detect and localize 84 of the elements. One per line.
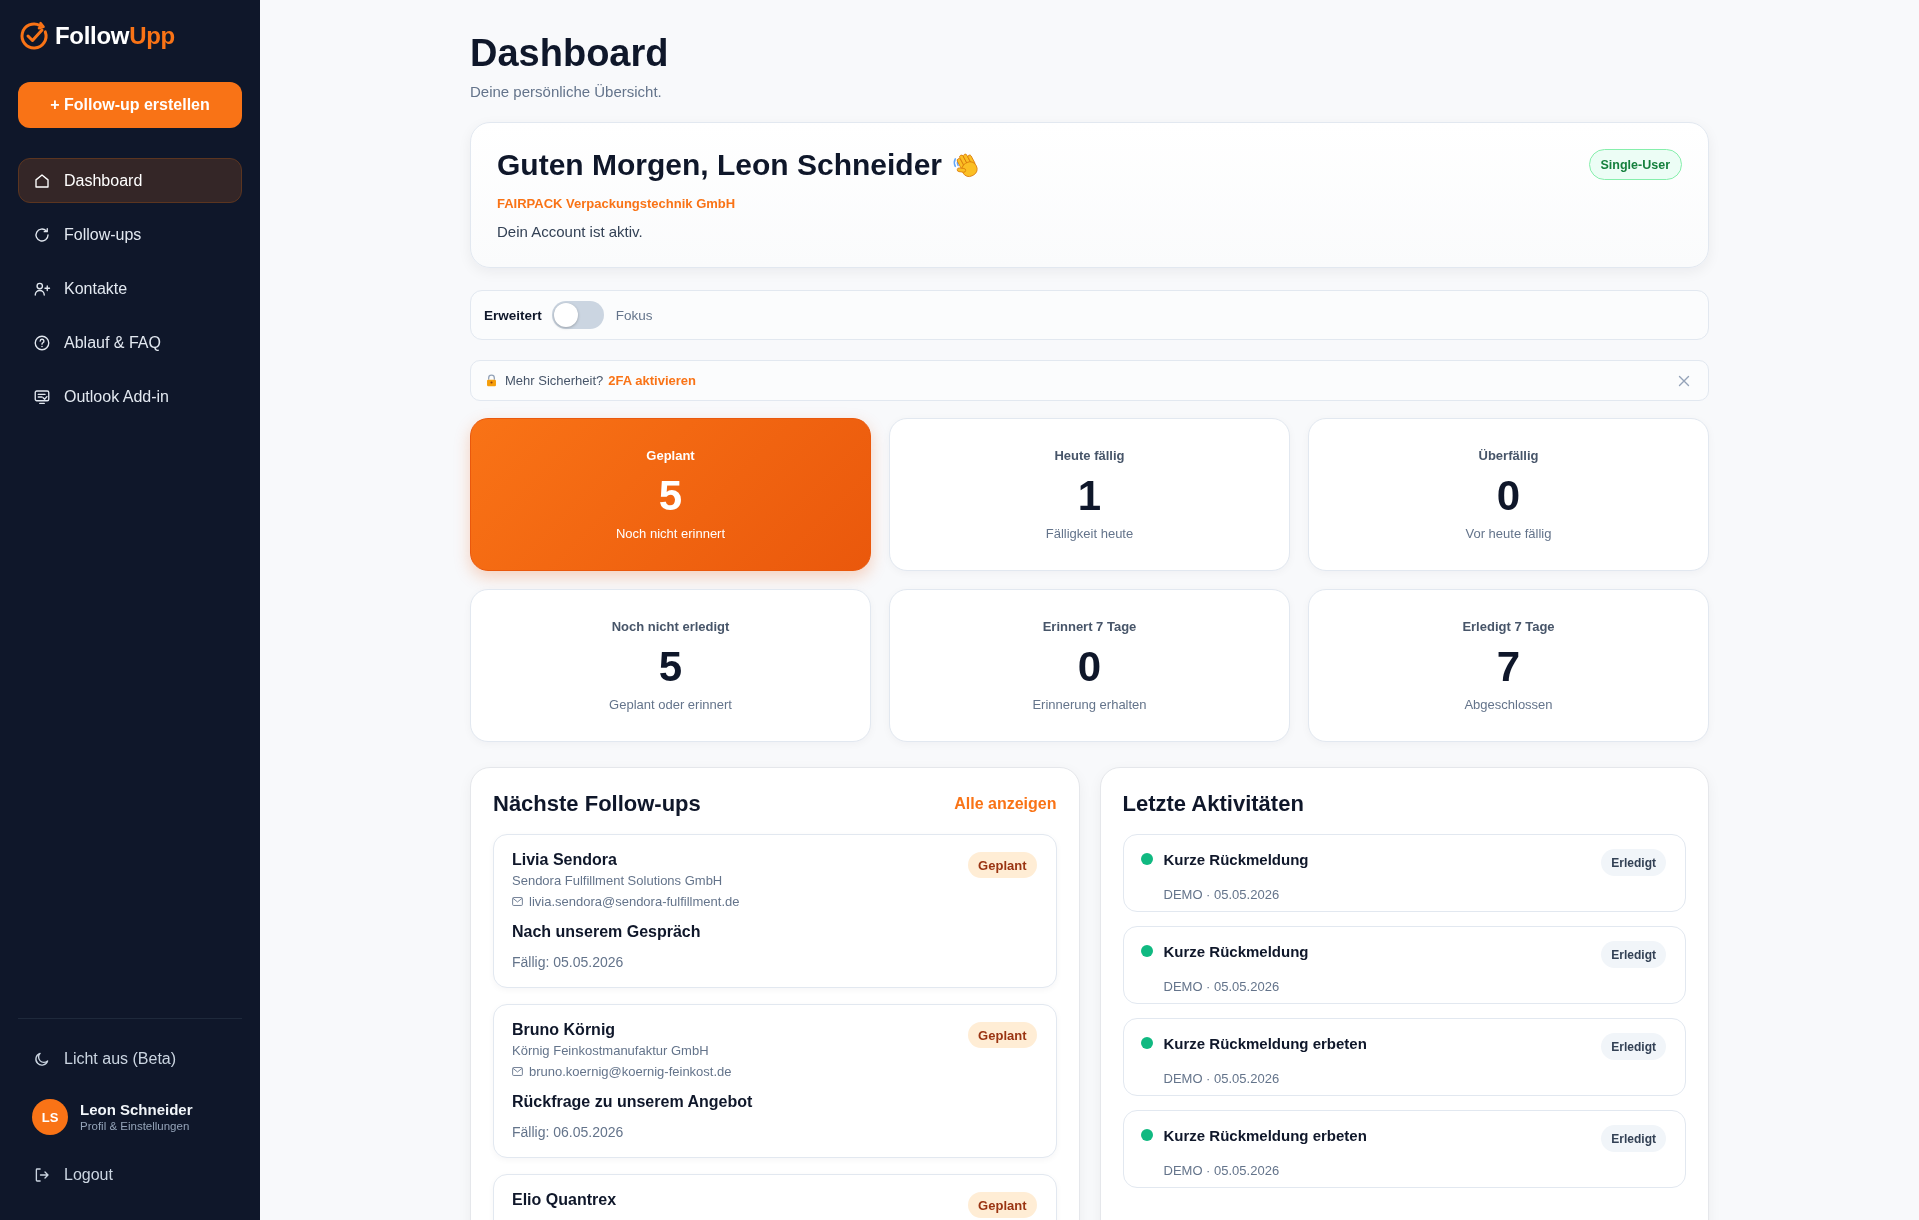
panel-title: Nächste Follow-ups	[493, 791, 701, 817]
activity-title: Kurze Rückmeldung	[1163, 850, 1310, 868]
monitor-icon	[33, 387, 51, 406]
due-date: Fällig: 05.05.2026	[512, 953, 625, 971]
security-notice-text: Mehr Sicherheit?	[505, 373, 604, 388]
activity-meta: DEMO · 05.05.2026	[1163, 1162, 1281, 1180]
nav-item[interactable]: Ablauf & FAQ	[18, 320, 242, 365]
company-name: FAIRPACK Verpackungstechnik GmbH	[497, 195, 737, 213]
logout-button[interactable]: Logout	[18, 1153, 242, 1197]
contact-name: Elio Quantrex	[512, 1190, 617, 1210]
app-logo-text: FollowUpp	[55, 22, 175, 50]
contact-email: bruno.koernig@koernig-feinkost.de	[529, 1063, 732, 1079]
nav-item[interactable]: Follow-ups	[18, 212, 242, 257]
followup-card[interactable]: Livia Sendora Sendora Fulfillment Solutions GmbH livia.sendora@sendora-fulfillment.de Nach unserem Gespräch Fällig: 05.05.2026 Geplant	[493, 834, 1057, 988]
status-badge: Erledigt	[1601, 849, 1666, 876]
stat-caption: Vor heute fällig	[1465, 524, 1552, 543]
help-icon	[33, 333, 51, 352]
user-name[interactable]: Leon Schneider	[80, 1100, 193, 1119]
followup-card[interactable]: Elio Quantrex Geplant	[493, 1174, 1057, 1220]
refresh-icon	[33, 225, 51, 244]
followup-subject: Nach unserem Gespräch	[512, 922, 702, 942]
activity-meta: DEMO · 05.05.2026	[1163, 886, 1281, 904]
mail-icon	[512, 1066, 523, 1076]
stat-value: 7	[1496, 644, 1521, 689]
dark-mode-button[interactable]: Licht aus (Beta)	[18, 1037, 242, 1081]
profile-subtitle: Profil & Einstellungen	[80, 1118, 191, 1134]
activity-title: Kurze Rückmeldung erbeten	[1163, 1034, 1368, 1052]
stat-value: 1	[1077, 473, 1102, 518]
activity-meta: DEMO · 05.05.2026	[1163, 978, 1281, 996]
stat-caption: Fälligkeit heute	[1045, 524, 1134, 543]
stat-label: Heute fällig	[1054, 446, 1125, 465]
moon-icon	[33, 1050, 51, 1068]
due-date: Fällig: 06.05.2026	[512, 1123, 625, 1141]
followup-card[interactable]: Bruno Körnig Körnig Feinkostmanufaktur GmbH bruno.koernig@koernig-feinkost.de Rückfrage zu unserem Angebot Fällig: 06.05.2026 Geplant	[493, 1004, 1057, 1158]
contact-name: Livia Sendora	[512, 850, 618, 870]
status-badge: Geplant	[968, 1192, 1037, 1218]
stat-value: 0	[1077, 644, 1102, 689]
stat-label: Erledigt 7 Tage	[1462, 617, 1555, 636]
status-badge: Erledigt	[1601, 941, 1666, 968]
panel-title: Letzte Aktivitäten	[1122, 791, 1304, 817]
contact-company: Körnig Feinkostmanufaktur GmbH	[512, 1042, 710, 1060]
followup-subject: Rückfrage zu unserem Angebot	[512, 1092, 753, 1112]
page-subtitle: Deine persönliche Übersicht.	[470, 82, 663, 102]
status-badge: Geplant	[968, 852, 1037, 878]
contact-company: Sendora Fulfillment Solutions GmbH	[512, 872, 724, 890]
stat-caption: Erinnerung erhalten	[1032, 695, 1147, 714]
greeting-heading: Guten Morgen, Leon Schneider	[497, 148, 943, 182]
stat-label: Geplant	[646, 446, 695, 465]
stat-card[interactable]: Heute fällig 1 Fälligkeit heute	[889, 418, 1290, 571]
stat-caption: Abgeschlossen	[1464, 695, 1553, 714]
activity-title: Kurze Rückmeldung	[1163, 942, 1310, 960]
activity-title: Kurze Rückmeldung erbeten	[1163, 1126, 1368, 1144]
close-icon[interactable]	[1678, 374, 1690, 387]
plan-badge: Single-User	[1588, 149, 1682, 180]
stat-value: 5	[658, 473, 683, 518]
nav-item[interactable]: Outlook Add-in	[18, 374, 242, 419]
stat-caption: Noch nicht erinnert	[615, 524, 726, 543]
stat-value: 0	[1496, 473, 1521, 518]
status-badge: Erledigt	[1601, 1033, 1666, 1060]
status-badge: Erledigt	[1601, 1125, 1666, 1152]
page-title: Dashboard	[470, 32, 670, 74]
stat-value: 5	[658, 644, 683, 689]
status-badge: Geplant	[968, 1022, 1037, 1048]
contact-name: Bruno Körnig	[512, 1020, 617, 1040]
activity-meta: DEMO · 05.05.2026	[1163, 1070, 1281, 1088]
stat-label: Noch nicht erledigt	[611, 617, 730, 636]
stat-card[interactable]: Noch nicht erledigt 5 Geplant oder erinnert	[470, 589, 871, 742]
nav-item[interactable]: Kontakte	[18, 266, 242, 311]
mode-switch[interactable]	[551, 301, 604, 329]
mode-label: Erweitert	[484, 307, 542, 323]
lock-icon	[485, 374, 498, 387]
mode-label: Fokus	[615, 307, 653, 323]
mail-icon	[512, 896, 523, 906]
nav-item[interactable]: Dashboard	[18, 158, 242, 203]
stat-label: Überfällig	[1478, 446, 1539, 465]
account-status: Dein Account ist aktiv.	[497, 222, 644, 242]
stat-label: Erinnert 7 Tage	[1042, 617, 1137, 636]
stat-card[interactable]: Erledigt 7 Tage 7 Abgeschlossen	[1308, 589, 1709, 742]
logo-icon	[18, 20, 50, 52]
stat-caption: Geplant oder erinnert	[609, 695, 732, 714]
stat-card[interactable]: Erinnert 7 Tage 0 Erinnerung erhalten	[889, 589, 1290, 742]
contact-email: livia.sendora@sendora-fulfillment.de	[529, 893, 740, 909]
stat-card[interactable]: Überfällig 0 Vor heute fällig	[1308, 418, 1709, 571]
logout-icon	[33, 1166, 51, 1184]
